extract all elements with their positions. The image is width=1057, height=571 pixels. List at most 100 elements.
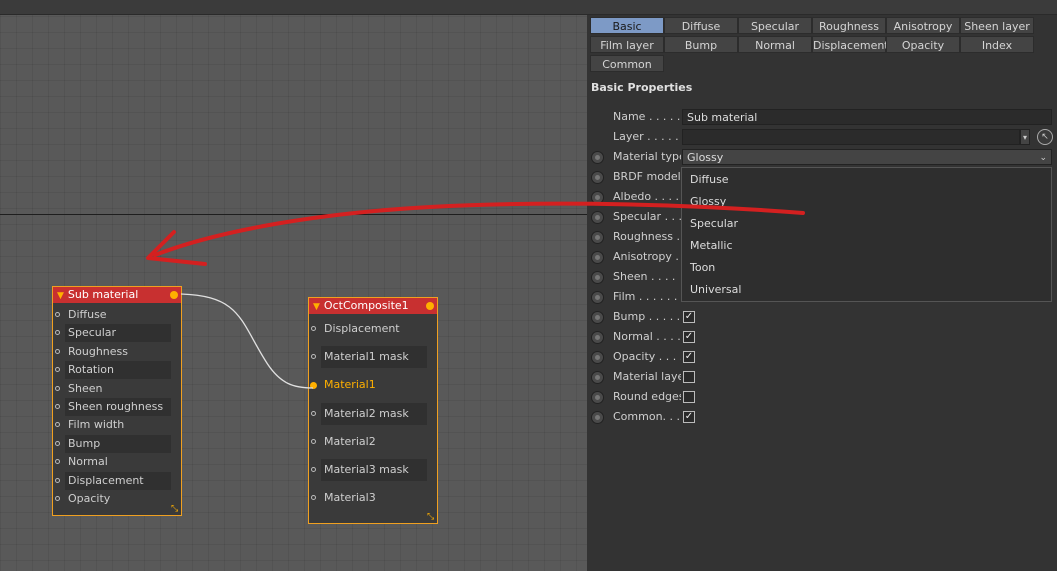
animation-radio-icon[interactable]	[591, 411, 604, 424]
property-checkbox[interactable]: ✓	[683, 351, 695, 363]
node-port[interactable]: Specular	[53, 324, 181, 343]
animation-radio-icon[interactable]	[591, 291, 604, 304]
port-pin-icon[interactable]	[55, 385, 60, 391]
property-checkbox[interactable]	[683, 371, 695, 383]
chevron-down-icon[interactable]: ▾	[1020, 129, 1030, 145]
node-port[interactable]: Material3 mask	[309, 459, 437, 481]
tab-displacement[interactable]: Displacement	[812, 36, 889, 53]
property-checkbox[interactable]: ✓	[683, 411, 695, 423]
port-pin-icon[interactable]	[55, 459, 60, 465]
tab-normal[interactable]: Normal	[738, 36, 812, 53]
animation-radio-icon[interactable]	[591, 211, 604, 224]
animation-radio-icon[interactable]	[591, 371, 604, 384]
port-pin-icon[interactable]	[311, 467, 316, 472]
animation-radio-icon[interactable]	[591, 391, 604, 404]
node-port[interactable]: Material2	[309, 431, 437, 453]
tab-roughness[interactable]: Roughness	[812, 17, 886, 34]
resize-handle-icon[interactable]: ⤡	[171, 505, 180, 514]
node-editor-canvas[interactable]: ▼ Sub material Diffuse Specular Roughness Ro…	[0, 0, 587, 571]
animation-radio-icon[interactable]	[591, 311, 604, 324]
animation-radio-icon[interactable]	[591, 231, 604, 244]
port-pin-icon[interactable]	[55, 477, 60, 483]
node-port[interactable]: Sheen	[53, 380, 181, 398]
collapse-triangle-icon[interactable]: ▼	[57, 288, 64, 304]
node-port[interactable]: Displacement	[309, 318, 437, 340]
resize-handle-icon[interactable]: ⤡	[427, 513, 436, 522]
node-port[interactable]: Normal	[53, 453, 181, 471]
animation-radio-icon[interactable]	[591, 251, 604, 264]
property-checkbox[interactable]: ✓	[683, 331, 695, 343]
property-checkbox[interactable]: ✓	[683, 311, 695, 323]
property-label: Specular . . .	[613, 210, 681, 223]
collapse-triangle-icon[interactable]: ▼	[313, 299, 320, 315]
node-octcomposite[interactable]: ▼ OctComposite1 Displacement Material1 mas…	[308, 297, 438, 524]
animation-radio-icon[interactable]	[591, 151, 604, 164]
property-label: Round edges	[613, 390, 681, 403]
tab-opacity[interactable]: Opacity	[886, 36, 960, 53]
material-type-select[interactable]: Glossy ⌄	[682, 149, 1052, 165]
port-pin-icon[interactable]	[55, 422, 60, 428]
port-pin-icon[interactable]	[55, 367, 60, 373]
tab-specular[interactable]: Specular	[738, 17, 812, 34]
port-pin-icon[interactable]	[311, 326, 316, 331]
property-checkbox[interactable]	[683, 391, 695, 403]
output-port-icon[interactable]	[170, 291, 178, 299]
port-pin-icon[interactable]	[311, 354, 316, 360]
node-port[interactable]: Bump	[53, 434, 181, 453]
dropdown-option-metallic[interactable]: Metallic	[690, 239, 733, 252]
property-label: Roughness . .	[613, 230, 681, 243]
tab-anisotropy[interactable]: Anisotropy	[886, 17, 960, 34]
dropdown-option-glossy[interactable]: Glossy	[690, 195, 726, 208]
tab-film-layer[interactable]: Film layer	[590, 36, 664, 53]
node-port[interactable]: Material3	[309, 487, 437, 509]
animation-radio-icon[interactable]	[591, 331, 604, 344]
tab-index[interactable]: Index	[960, 36, 1034, 53]
row-material-type: Material type Glossy ⌄	[587, 148, 1057, 168]
animation-radio-icon[interactable]	[591, 171, 604, 184]
name-label: Name . . . . .	[613, 110, 681, 123]
node-port[interactable]: Diffuse	[53, 306, 181, 324]
tab-bump[interactable]: Bump	[664, 36, 738, 53]
port-pin-icon[interactable]	[310, 381, 317, 389]
tab-sheen-layer[interactable]: Sheen layer	[960, 17, 1034, 34]
port-label: Bump	[65, 434, 171, 453]
node-port[interactable]: Material1	[309, 374, 437, 396]
port-pin-icon[interactable]	[55, 330, 60, 336]
port-pin-icon[interactable]	[55, 348, 60, 354]
animation-radio-icon[interactable]	[591, 191, 604, 204]
port-pin-icon[interactable]	[55, 440, 60, 446]
layer-field[interactable]	[682, 129, 1020, 145]
dropdown-option-universal[interactable]: Universal	[690, 283, 741, 296]
node-sub-material-header[interactable]: ▼ Sub material	[53, 287, 181, 303]
node-port[interactable]: Sheen roughness	[53, 398, 181, 416]
pick-arrow-icon[interactable]: ↖	[1037, 129, 1053, 145]
name-field[interactable]: Sub material	[682, 109, 1052, 125]
dropdown-option-specular[interactable]: Specular	[690, 217, 738, 230]
port-pin-icon[interactable]	[311, 410, 316, 416]
node-port[interactable]: Opacity	[53, 490, 181, 508]
top-bar	[0, 0, 1057, 15]
animation-radio-icon[interactable]	[591, 351, 604, 364]
property-label: Opacity . . . .	[613, 350, 681, 363]
node-port[interactable]: Roughness	[53, 343, 181, 361]
port-pin-icon[interactable]	[311, 438, 316, 444]
tab-common[interactable]: Common	[590, 55, 664, 72]
port-pin-icon[interactable]	[311, 495, 316, 501]
port-pin-icon[interactable]	[55, 312, 60, 317]
node-port[interactable]: Film width	[53, 416, 181, 434]
node-port[interactable]: Rotation	[53, 361, 181, 380]
node-port[interactable]: Material1 mask	[309, 346, 437, 369]
animation-radio-icon[interactable]	[591, 271, 604, 284]
dropdown-option-diffuse[interactable]: Diffuse	[690, 173, 729, 186]
tab-diffuse[interactable]: Diffuse	[664, 17, 738, 34]
node-sub-material[interactable]: ▼ Sub material Diffuse Specular Roughness Ro…	[52, 286, 182, 516]
dropdown-option-toon[interactable]: Toon	[690, 261, 715, 274]
port-pin-icon[interactable]	[55, 496, 60, 501]
material-type-dropdown[interactable]: Diffuse Glossy Specular Metallic Toon Univers…	[681, 167, 1052, 302]
port-pin-icon[interactable]	[55, 404, 60, 409]
tab-basic[interactable]: Basic	[590, 17, 664, 34]
node-port[interactable]: Displacement	[53, 471, 181, 490]
node-octcomposite-header[interactable]: ▼ OctComposite1	[309, 298, 437, 314]
node-port[interactable]: Material2 mask	[309, 402, 437, 425]
output-port-icon[interactable]	[426, 302, 434, 310]
